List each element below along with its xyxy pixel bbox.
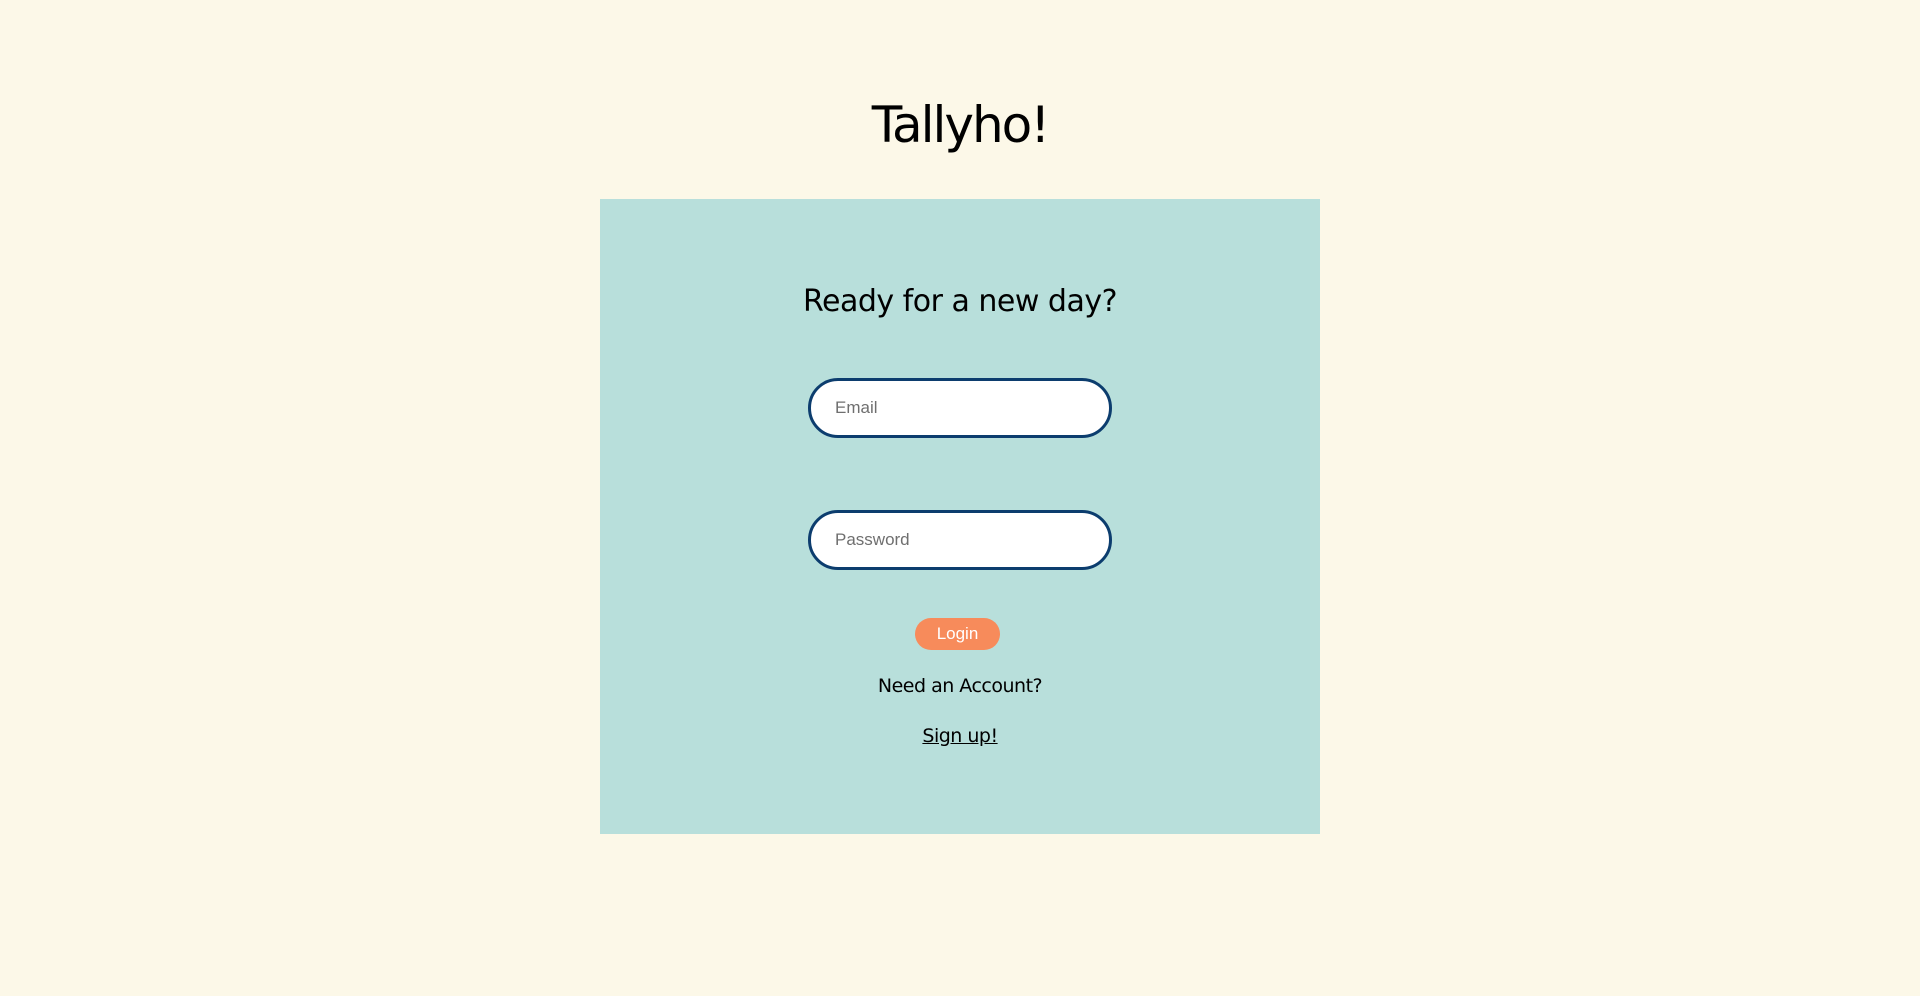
signup-link[interactable]: Sign up! [922, 725, 998, 747]
password-field[interactable] [808, 510, 1112, 570]
login-heading: Ready for a new day? [802, 284, 1118, 319]
app-title: Tallyho! [871, 96, 1051, 154]
login-card: Ready for a new day? Login Need an Accou… [600, 199, 1320, 834]
signup-link-container: Sign up! [600, 721, 1320, 751]
email-field[interactable] [808, 378, 1112, 438]
account-prompt: Need an Account? [877, 675, 1043, 697]
login-button[interactable]: Login [915, 618, 1000, 650]
